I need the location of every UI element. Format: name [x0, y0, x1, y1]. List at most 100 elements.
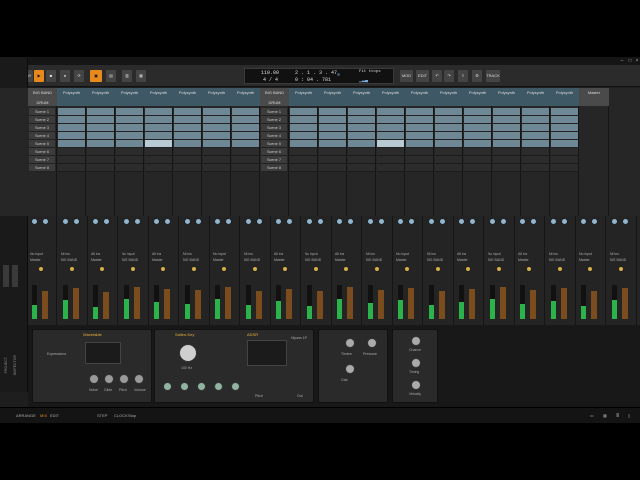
scene-launch-button[interactable]: Scene 6 — [261, 148, 287, 156]
send-knob[interactable] — [183, 218, 191, 225]
output-routing-label[interactable]: BIG BAND — [61, 258, 78, 262]
input-routing-label[interactable]: All ins — [549, 252, 558, 256]
input-routing-label[interactable]: All ins — [335, 252, 344, 256]
input-routing-label[interactable]: All ins — [457, 252, 466, 256]
track-header[interactable]: Polysynth — [144, 88, 173, 106]
mixer-icon[interactable]: ≡ — [458, 70, 468, 82]
clip-slot[interactable] — [464, 132, 491, 140]
clip-slot[interactable] — [435, 124, 462, 132]
empty-clip-slot[interactable] — [232, 156, 259, 164]
output-routing-label[interactable]: Master — [274, 258, 285, 262]
empty-clip-slot[interactable] — [435, 164, 462, 172]
input-routing-label[interactable]: All ins — [427, 252, 436, 256]
send-knob[interactable] — [408, 218, 415, 225]
empty-clip-slot[interactable] — [58, 156, 85, 164]
send-knob[interactable] — [610, 218, 618, 225]
empty-clip-slot[interactable] — [377, 148, 404, 156]
pan-knob[interactable] — [251, 266, 258, 272]
send-knob[interactable] — [519, 218, 526, 225]
clip-slot[interactable] — [348, 108, 375, 116]
input-routing-label[interactable]: All ins — [183, 252, 192, 256]
clip-slot[interactable] — [377, 124, 404, 132]
empty-clip-slot[interactable] — [522, 148, 549, 156]
pan-knob[interactable] — [68, 266, 75, 272]
send-knob[interactable] — [153, 218, 160, 225]
input-routing-label[interactable]: No input — [30, 252, 43, 256]
clip-slot[interactable] — [232, 132, 259, 140]
clip-slot[interactable] — [174, 108, 201, 116]
pan-knob[interactable] — [343, 266, 349, 272]
clip-slot[interactable] — [522, 108, 549, 116]
input-routing-label[interactable]: All ins — [152, 252, 161, 256]
empty-clip-slot[interactable] — [464, 148, 491, 156]
clip-slot[interactable] — [406, 124, 433, 132]
send-knob[interactable] — [61, 218, 69, 225]
clip-slot[interactable] — [319, 108, 346, 116]
clip-slot[interactable] — [232, 124, 259, 132]
clip-slot[interactable] — [203, 116, 230, 124]
send-knob[interactable] — [347, 218, 354, 225]
track-header[interactable]: Polysynth — [550, 88, 579, 106]
clip-slot[interactable] — [348, 140, 375, 148]
clip-slot[interactable] — [290, 124, 317, 132]
empty-clip-slot[interactable] — [58, 164, 85, 172]
clip-slot[interactable] — [551, 140, 578, 148]
track-header[interactable]: Polysynth — [405, 88, 434, 106]
track-header[interactable]: BIG BAND DRUM — [260, 88, 289, 106]
close-icon[interactable]: × — [633, 58, 640, 64]
empty-clip-slot[interactable] — [406, 148, 433, 156]
empty-clip-slot[interactable] — [203, 164, 230, 172]
volume-fader[interactable] — [225, 287, 231, 319]
send-knob[interactable] — [164, 218, 171, 225]
volume-fader[interactable] — [560, 288, 567, 319]
clip-slot[interactable] — [522, 132, 549, 140]
input-routing-label[interactable]: All ins — [274, 252, 283, 256]
output-routing-label[interactable]: Master — [396, 258, 407, 262]
output-routing-label[interactable]: Master — [91, 258, 102, 262]
clip-slot[interactable] — [145, 116, 172, 124]
clip-slot[interactable] — [232, 108, 259, 116]
clip-slot[interactable] — [87, 132, 114, 140]
clip-slot[interactable] — [116, 132, 143, 140]
send-knob[interactable] — [225, 218, 232, 225]
loop-icon[interactable]: ⟳ — [74, 70, 84, 82]
empty-clip-slot[interactable] — [203, 148, 230, 156]
clip-slot[interactable] — [203, 108, 230, 116]
send-knob[interactable] — [438, 218, 446, 225]
minimize-icon[interactable]: – — [618, 58, 626, 64]
empty-clip-slot[interactable] — [145, 156, 172, 164]
pan-knob[interactable] — [495, 266, 502, 272]
clip-slot[interactable] — [87, 124, 114, 132]
volume-fader[interactable] — [133, 287, 140, 319]
time-signature[interactable]: 4 / 4 — [263, 77, 278, 83]
mix-view-button[interactable]: MIX — [40, 413, 47, 418]
clip-slot[interactable] — [174, 132, 201, 140]
send-knob[interactable] — [275, 218, 282, 225]
track-header[interactable]: Polysynth — [492, 88, 521, 106]
volume-fader[interactable] — [103, 291, 109, 319]
send-knob[interactable] — [621, 218, 629, 225]
track-header[interactable]: Polysynth — [173, 88, 202, 106]
track-header[interactable]: BIG BAND DRUM — [28, 88, 57, 106]
scene-launch-button[interactable]: Scene 7 — [29, 156, 55, 164]
empty-clip-slot[interactable] — [145, 148, 172, 156]
random-knob[interactable] — [411, 336, 421, 346]
volume-fader[interactable] — [316, 291, 323, 319]
project-tab[interactable]: PROJECT — [4, 357, 8, 373]
device-knob[interactable] — [214, 382, 223, 391]
clip-slot[interactable] — [348, 132, 375, 140]
clip-slot[interactable] — [319, 116, 346, 124]
pan-knob[interactable] — [373, 266, 380, 272]
track-header[interactable]: Polysynth — [289, 88, 318, 106]
scene-launch-button[interactable]: Scene 1 — [261, 108, 287, 116]
send-knob[interactable] — [214, 218, 221, 225]
send-knob[interactable] — [244, 218, 252, 225]
clip-slot[interactable] — [87, 108, 114, 116]
device-knob[interactable] — [231, 382, 240, 391]
empty-clip-slot[interactable] — [174, 156, 201, 164]
play-icon[interactable]: ▶ — [34, 70, 44, 82]
input-routing-label[interactable]: No input — [305, 252, 318, 256]
device-knob[interactable] — [119, 374, 129, 384]
volume-fader[interactable] — [255, 291, 262, 319]
track-header[interactable]: Polysynth — [347, 88, 376, 106]
